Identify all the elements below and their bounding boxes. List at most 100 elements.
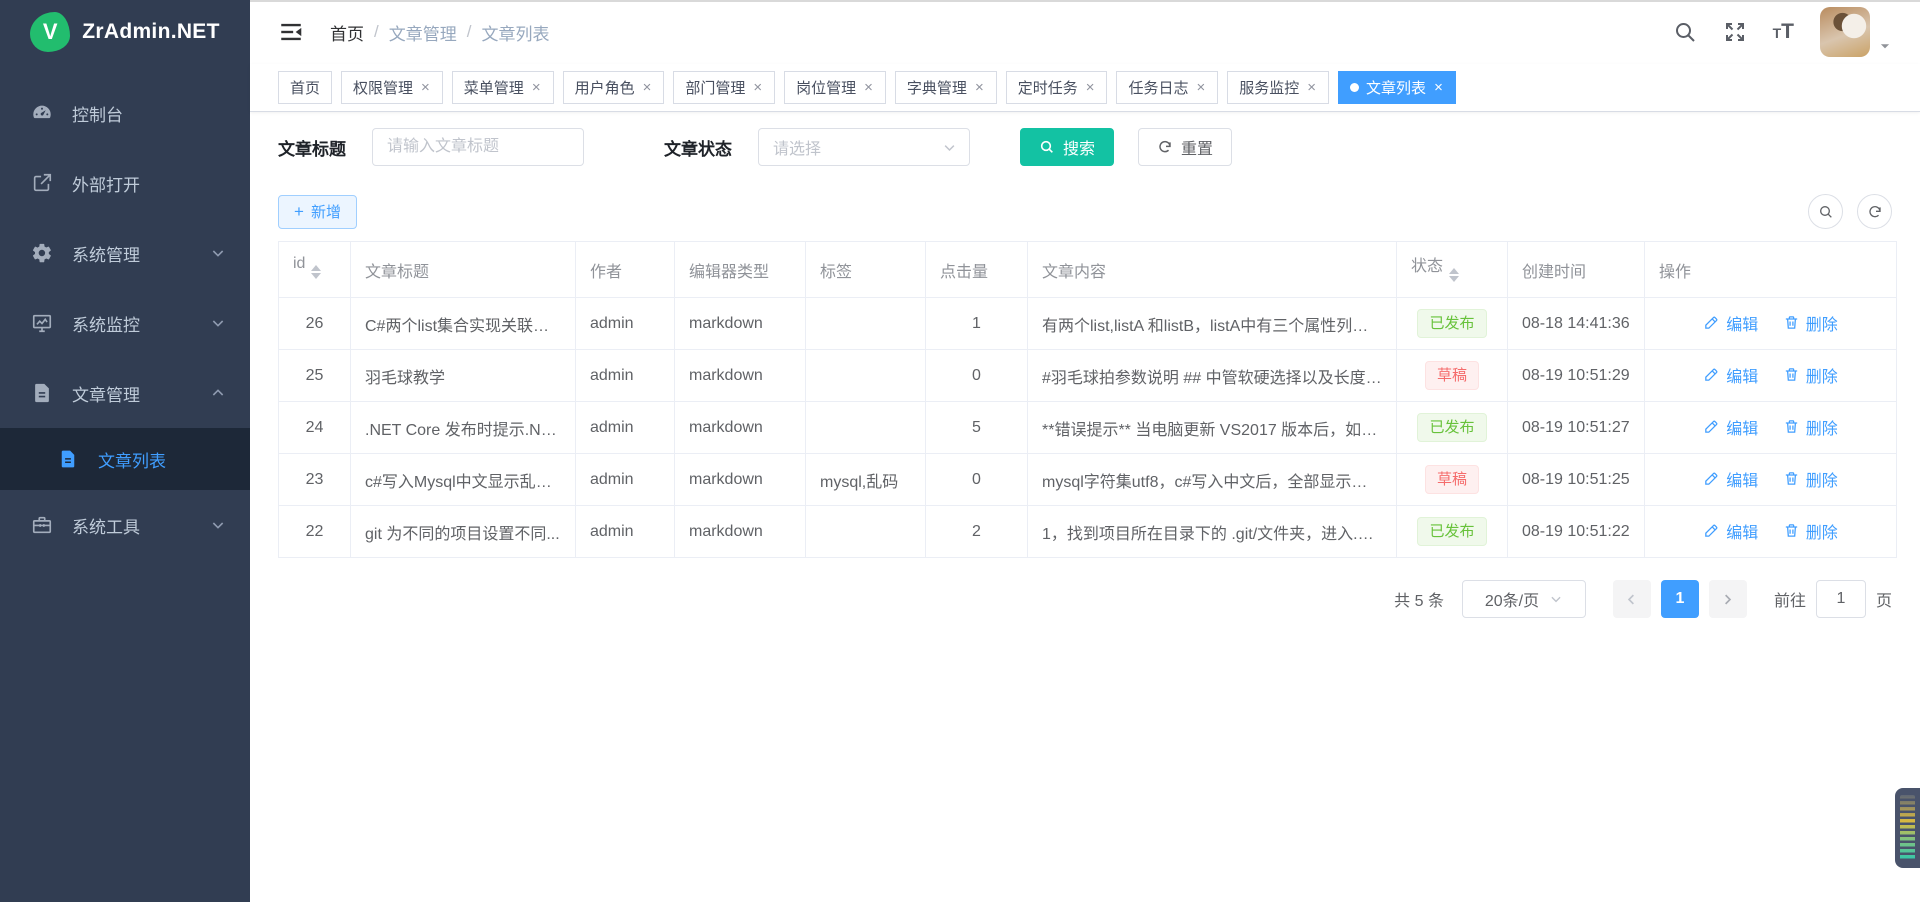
- delete-button[interactable]: 删除: [1783, 415, 1838, 439]
- tab[interactable]: 任务日志 ×: [1116, 71, 1218, 104]
- column-header[interactable]: 文章内容: [1028, 242, 1397, 298]
- tab-close-icon[interactable]: ×: [752, 80, 763, 95]
- delete-button[interactable]: 删除: [1783, 519, 1838, 543]
- plus-icon: +: [294, 203, 304, 220]
- theme-drawer-handle[interactable]: [1895, 788, 1920, 868]
- user-menu[interactable]: [1820, 7, 1892, 57]
- cell-id: 24: [279, 402, 351, 454]
- goto-label-prefix: 前往: [1774, 587, 1806, 611]
- articles-table: id 文章标题 作者 编辑器类型: [278, 241, 1897, 558]
- table-toolbar: + 新增: [278, 194, 1892, 229]
- page-size-select[interactable]: 20条/页: [1462, 580, 1586, 618]
- sidebar: V ZrAdmin.NET 控制台: [0, 0, 250, 902]
- column-header[interactable]: 标签: [806, 242, 926, 298]
- tab-close-icon[interactable]: ×: [1085, 80, 1096, 95]
- tab[interactable]: 服务监控 ×: [1227, 71, 1329, 104]
- tab[interactable]: 权限管理 ×: [341, 71, 443, 104]
- external-link-icon: [30, 171, 54, 195]
- reset-button[interactable]: 重置: [1138, 128, 1232, 166]
- column-header[interactable]: 创建时间: [1508, 242, 1645, 298]
- edit-icon: [1703, 470, 1720, 487]
- edit-icon: [1703, 314, 1720, 331]
- font-size-icon[interactable]: TT: [1773, 20, 1794, 44]
- gear-icon: [30, 241, 54, 265]
- next-page-button[interactable]: [1709, 580, 1747, 618]
- column-header[interactable]: 操作: [1645, 242, 1897, 298]
- sidebar-subitem[interactable]: 文章列表: [0, 428, 250, 490]
- cell-tag: [806, 506, 926, 558]
- app-logo[interactable]: V ZrAdmin.NET: [0, 0, 250, 64]
- edit-icon: [1703, 366, 1720, 383]
- sort-caret-icon[interactable]: [1449, 263, 1459, 287]
- tab-close-icon[interactable]: ×: [863, 80, 874, 95]
- edit-button[interactable]: 编辑: [1703, 311, 1758, 335]
- tab[interactable]: 字典管理 ×: [895, 71, 997, 104]
- tab[interactable]: 部门管理 ×: [673, 71, 775, 104]
- sidebar-item[interactable]: 系统管理: [0, 218, 250, 288]
- edit-button[interactable]: 编辑: [1703, 415, 1758, 439]
- breadcrumb-item[interactable]: 文章列表: [481, 20, 549, 45]
- tab-close-icon[interactable]: ×: [974, 80, 985, 95]
- title-filter-input[interactable]: [372, 128, 584, 166]
- document-icon: [30, 381, 54, 405]
- sidebar-item[interactable]: 控制台: [0, 78, 250, 148]
- edit-button[interactable]: 编辑: [1703, 363, 1758, 387]
- tab[interactable]: 首页 ×: [278, 71, 332, 104]
- cell-author: admin: [576, 506, 675, 558]
- prev-page-button[interactable]: [1613, 580, 1651, 618]
- tab-close-icon[interactable]: ×: [531, 80, 542, 95]
- tab-close-icon[interactable]: ×: [1433, 80, 1444, 95]
- cell-id: 26: [279, 298, 351, 350]
- tab[interactable]: 菜单管理 ×: [452, 71, 554, 104]
- edit-button[interactable]: 编辑: [1703, 519, 1758, 543]
- cell-status: 已发布: [1397, 402, 1508, 454]
- sidebar-fold-icon[interactable]: [278, 19, 304, 45]
- show-search-button[interactable]: [1808, 194, 1843, 229]
- column-header[interactable]: 点击量: [926, 242, 1028, 298]
- trash-icon: [1783, 470, 1800, 487]
- edit-button[interactable]: 编辑: [1703, 467, 1758, 491]
- cell-id: 25: [279, 350, 351, 402]
- tab-close-icon[interactable]: ×: [420, 80, 431, 95]
- breadcrumb-item[interactable]: 首页: [330, 20, 389, 45]
- cell-tag: [806, 350, 926, 402]
- search-icon[interactable]: [1673, 20, 1697, 44]
- avatar[interactable]: [1820, 7, 1870, 57]
- current-page-button[interactable]: 1: [1661, 580, 1699, 618]
- tab-close-icon[interactable]: ×: [642, 80, 653, 95]
- add-button[interactable]: + 新增: [278, 195, 357, 229]
- column-header[interactable]: 文章标题: [351, 242, 576, 298]
- app-root: V ZrAdmin.NET 控制台: [0, 0, 1920, 902]
- cell-created: 08-18 14:41:36: [1508, 298, 1645, 350]
- tab-close-icon[interactable]: ×: [1306, 80, 1317, 95]
- document-icon: [56, 447, 80, 471]
- sidebar-item[interactable]: 系统监控: [0, 288, 250, 358]
- goto-page-input[interactable]: [1816, 580, 1866, 618]
- chevron-down-icon: [942, 140, 957, 155]
- delete-button[interactable]: 删除: [1783, 363, 1838, 387]
- title-filter-label: 文章标题: [278, 135, 346, 160]
- tab-close-icon[interactable]: ×: [1196, 80, 1207, 95]
- breadcrumb-item[interactable]: 文章管理: [389, 20, 482, 45]
- search-button[interactable]: 搜索: [1020, 128, 1114, 166]
- refresh-table-button[interactable]: [1857, 194, 1892, 229]
- tab[interactable]: 定时任务 ×: [1006, 71, 1108, 104]
- sidebar-item[interactable]: 文章管理: [0, 358, 250, 428]
- status-filter-select[interactable]: 请选择: [758, 128, 970, 166]
- fullscreen-icon[interactable]: [1723, 20, 1747, 44]
- status-badge: 草稿: [1425, 361, 1479, 390]
- column-header[interactable]: 状态: [1397, 242, 1508, 298]
- sort-caret-icon[interactable]: [311, 260, 321, 284]
- sidebar-item[interactable]: 外部打开: [0, 148, 250, 218]
- column-header[interactable]: id: [279, 242, 351, 298]
- column-header[interactable]: 编辑器类型: [675, 242, 806, 298]
- delete-button[interactable]: 删除: [1783, 311, 1838, 335]
- sidebar-item[interactable]: 系统工具: [0, 490, 250, 560]
- sidebar-submenu: 文章列表: [0, 428, 250, 490]
- tab[interactable]: 岗位管理 ×: [784, 71, 886, 104]
- tab[interactable]: 用户角色 ×: [563, 71, 665, 104]
- tab[interactable]: 文章列表 ×: [1338, 71, 1456, 104]
- column-header[interactable]: 作者: [576, 242, 675, 298]
- delete-button[interactable]: 删除: [1783, 467, 1838, 491]
- chevron-down-icon: [210, 385, 226, 401]
